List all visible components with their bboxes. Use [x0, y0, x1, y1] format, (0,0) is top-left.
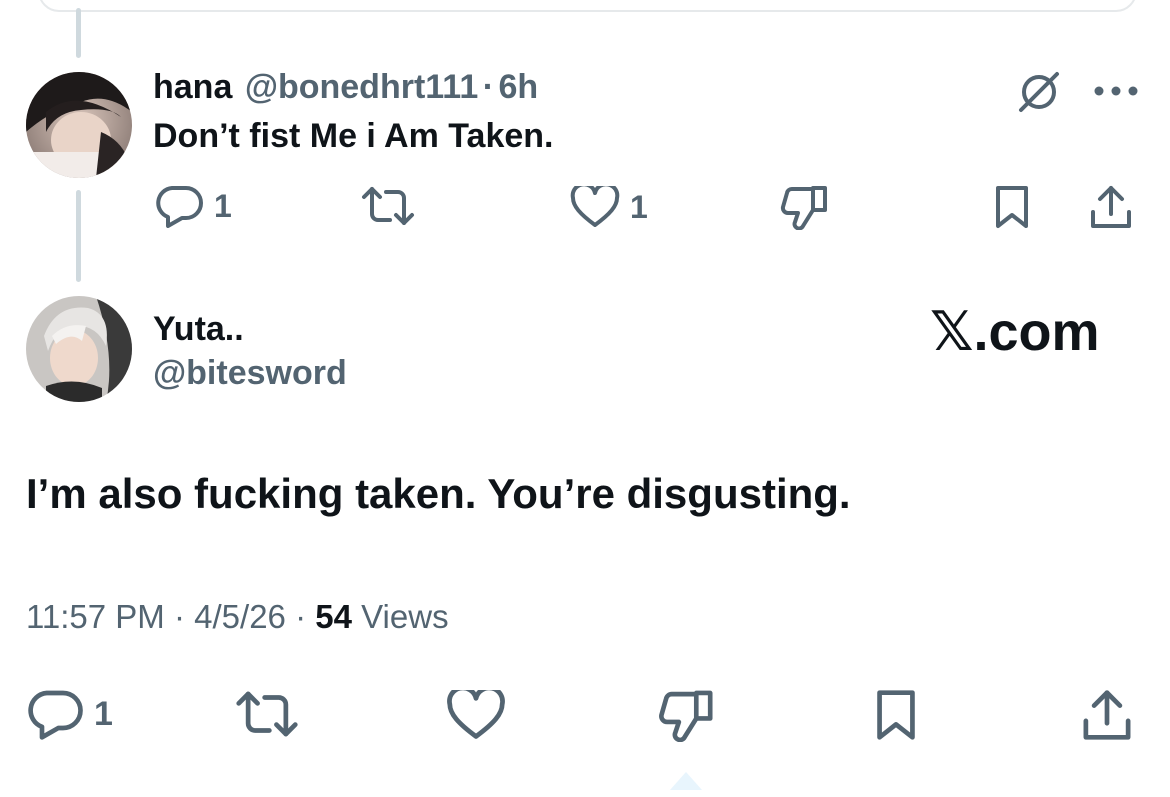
avatar-hana-image [26, 72, 132, 178]
x-com-watermark: 𝕏.com [930, 302, 1100, 362]
reply-count: 1 [214, 187, 232, 224]
like-count: 1 [630, 188, 648, 225]
author-name[interactable]: hana [153, 68, 232, 106]
like-icon [447, 690, 505, 739]
dislike-icon [780, 186, 827, 230]
author-handle[interactable]: @bonedhrt111 [245, 68, 478, 106]
main-like-action[interactable] [446, 690, 506, 740]
reply-tweet-text: Don’t fist Me i Am Taken. [153, 117, 554, 155]
avatar-yuta-image [26, 296, 132, 402]
tweet-time[interactable]: 11:57 PM [26, 598, 165, 635]
main-reply-count: 1 [94, 694, 113, 733]
main-retweet-action[interactable] [234, 690, 300, 738]
share-icon [1091, 186, 1131, 228]
main-author-handle[interactable]: @bitesword [153, 354, 347, 393]
more-icon[interactable] [1093, 84, 1139, 102]
retweet-icon [362, 187, 414, 225]
share-action[interactable] [1088, 184, 1134, 230]
reply-icon [28, 690, 83, 740]
retweet-icon [236, 691, 298, 737]
tweet-date[interactable]: 4/5/26 [194, 598, 286, 635]
like-action[interactable]: 1 [570, 186, 648, 228]
bookmark-icon [996, 186, 1028, 228]
grok-icon[interactable] [1015, 68, 1063, 121]
dislike-icon [659, 690, 713, 742]
main-author-name[interactable]: Yuta.. [153, 310, 244, 349]
meta-separator-2: · [295, 598, 307, 635]
reply-tweet-header: hana @bonedhrt111 · 6h [153, 68, 538, 107]
reply-action[interactable]: 1 [156, 184, 232, 228]
avatar-yuta[interactable] [26, 296, 132, 402]
time-ago[interactable]: 6h [498, 68, 538, 106]
thread-line-middle [76, 190, 81, 282]
share-icon [1083, 690, 1131, 740]
dislike-action[interactable] [780, 184, 830, 230]
main-share-action[interactable] [1080, 688, 1134, 742]
bookmark-icon [877, 690, 915, 740]
retweet-action[interactable] [360, 186, 416, 226]
main-tweet-text: I’m also fucking taken. You’re disgustin… [26, 470, 851, 517]
previous-tweet-card-edge [38, 0, 1137, 12]
header-separator: · [482, 68, 495, 106]
meta-separator-1: · [173, 598, 185, 635]
avatar-hana[interactable] [26, 72, 132, 178]
main-reply-action[interactable]: 1 [28, 688, 113, 740]
tweet-meta: 11:57 PM · 4/5/26 · 54 Views [26, 598, 449, 636]
like-icon [570, 186, 620, 227]
views-count: 54 [315, 598, 352, 635]
bookmark-action[interactable] [992, 184, 1032, 230]
thread-line-top [76, 8, 81, 58]
views-label: Views [361, 598, 449, 635]
reply-icon [156, 186, 203, 228]
scroll-indicator-icon[interactable] [668, 762, 704, 792]
main-bookmark-action[interactable] [872, 688, 920, 742]
main-dislike-action[interactable] [658, 688, 716, 742]
